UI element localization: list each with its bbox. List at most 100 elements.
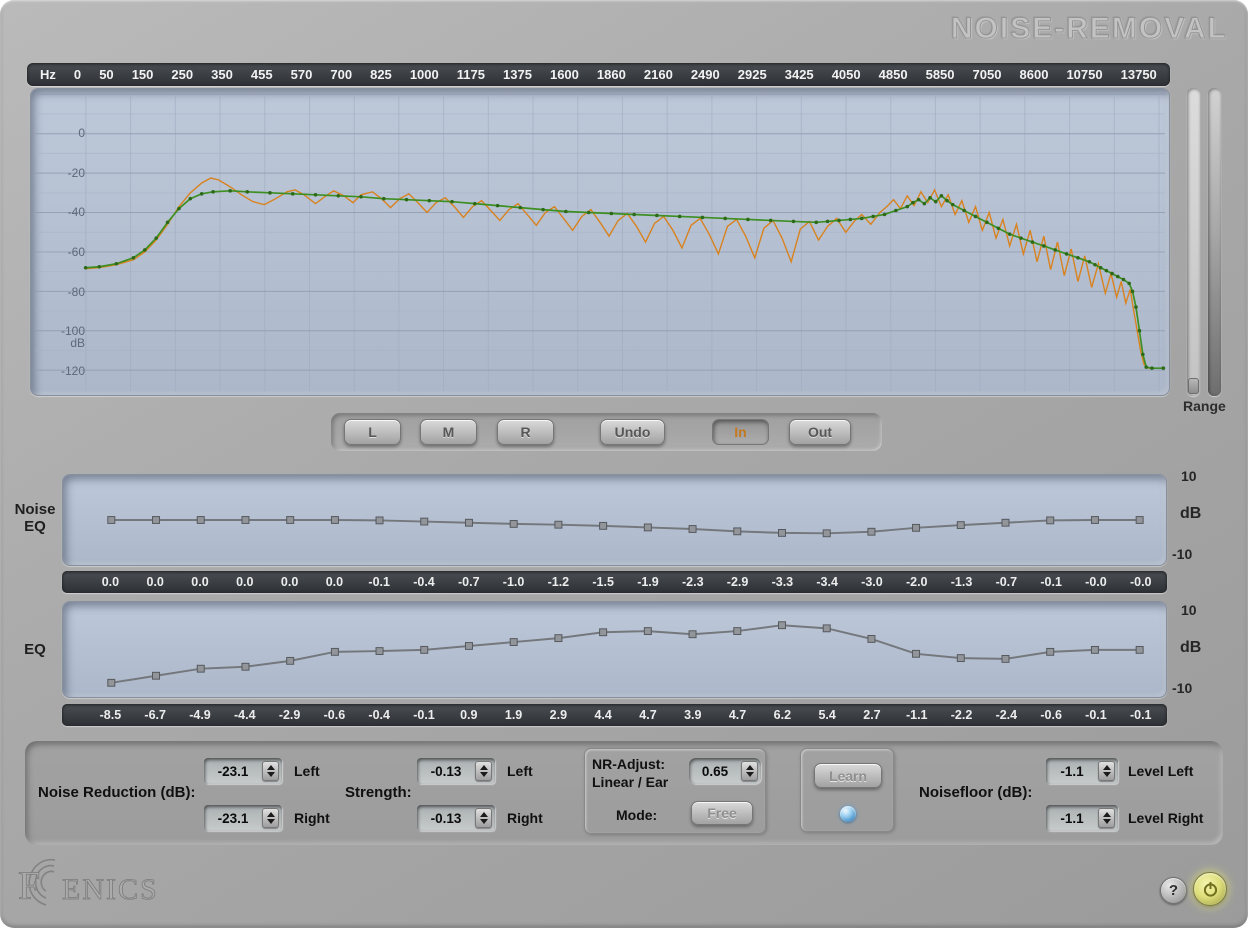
eq-handle[interactable] <box>510 639 517 646</box>
spinner-arrows-icon[interactable] <box>262 808 279 828</box>
spin-up-icon[interactable] <box>267 812 275 817</box>
noise-eq-plot[interactable] <box>63 475 1166 565</box>
help-button[interactable]: ? <box>1160 877 1187 904</box>
noise-eq-handle[interactable] <box>779 529 786 536</box>
eq-handle[interactable] <box>734 628 741 635</box>
eq-handle[interactable] <box>331 648 338 655</box>
eq-handle[interactable] <box>1002 655 1009 662</box>
noise-eq-handle[interactable] <box>1047 517 1054 524</box>
spin-down-icon[interactable] <box>267 819 275 824</box>
noise-eq-handle[interactable] <box>421 518 428 525</box>
noise-reduction-right-spinner[interactable]: -23.1 <box>204 805 282 831</box>
noise-eq-handle[interactable] <box>823 530 830 537</box>
eq-handle[interactable] <box>197 665 204 672</box>
eq-handle[interactable] <box>689 631 696 638</box>
noise-eq-handle[interactable] <box>153 517 160 524</box>
eq-display[interactable] <box>62 601 1167 698</box>
mode-free-button[interactable]: Free <box>691 801 753 825</box>
noise-eq-handle[interactable] <box>1091 517 1098 524</box>
strength-left-value[interactable]: -0.13 <box>417 764 475 779</box>
noise-eq-handle[interactable] <box>644 524 651 531</box>
noise-eq-handle[interactable] <box>734 528 741 535</box>
monitor-in-button[interactable]: In <box>712 419 769 445</box>
eq-handle[interactable] <box>600 629 607 636</box>
noise-eq-handle[interactable] <box>510 520 517 527</box>
power-button[interactable] <box>1193 872 1227 906</box>
spin-down-icon[interactable] <box>267 772 275 777</box>
spin-down-icon[interactable] <box>480 772 488 777</box>
channel-r-button[interactable]: R <box>497 419 554 445</box>
noise-eq-handle[interactable] <box>376 517 383 524</box>
spin-up-icon[interactable] <box>267 765 275 770</box>
strength-right-value[interactable]: -0.13 <box>417 811 475 826</box>
eq-handle[interactable] <box>287 657 294 664</box>
eq-handle[interactable] <box>868 635 875 642</box>
spinner-arrows-icon[interactable] <box>1098 761 1115 781</box>
spin-up-icon[interactable] <box>480 765 488 770</box>
eq-handle[interactable] <box>957 655 964 662</box>
noisefloor-left-spinner[interactable]: -1.1 <box>1046 758 1118 784</box>
noise-eq-handle[interactable] <box>957 522 964 529</box>
learn-button[interactable]: Learn <box>814 763 882 788</box>
noise-eq-handle[interactable] <box>689 526 696 533</box>
noisefloor-right-value[interactable]: -1.1 <box>1046 811 1098 826</box>
spin-down-icon[interactable] <box>1103 772 1111 777</box>
eq-handle[interactable] <box>376 648 383 655</box>
eq-handle[interactable] <box>913 650 920 657</box>
noise-eq-handle[interactable] <box>913 524 920 531</box>
nr-adjust-value[interactable]: 0.65 <box>689 764 741 779</box>
eq-plot[interactable] <box>63 602 1166 697</box>
noisefloor-right-spinner[interactable]: -1.1 <box>1046 805 1118 831</box>
range-slider-thumb[interactable] <box>1188 378 1199 394</box>
noise-reduction-left-spinner[interactable]: -23.1 <box>204 758 282 784</box>
channel-m-button[interactable]: M <box>420 419 477 445</box>
channel-l-button[interactable]: L <box>344 419 401 445</box>
eq-handle[interactable] <box>465 643 472 650</box>
spin-down-icon[interactable] <box>746 772 754 777</box>
eq-handle[interactable] <box>1136 646 1143 653</box>
eq-handle[interactable] <box>555 635 562 642</box>
monitor-out-button[interactable]: Out <box>789 419 851 445</box>
eq-handle[interactable] <box>779 622 786 629</box>
spinner-arrows-icon[interactable] <box>741 761 758 781</box>
range-meter[interactable] <box>1208 88 1221 396</box>
noisefloor-left-value[interactable]: -1.1 <box>1046 764 1098 779</box>
eq-handle[interactable] <box>1091 646 1098 653</box>
spin-down-icon[interactable] <box>1103 819 1111 824</box>
spin-down-icon[interactable] <box>480 819 488 824</box>
eq-handle[interactable] <box>644 628 651 635</box>
noise-eq-handle[interactable] <box>600 522 607 529</box>
noise-reduction-left-value[interactable]: -23.1 <box>204 764 262 779</box>
eq-handle[interactable] <box>108 679 115 686</box>
noise-eq-handle[interactable] <box>555 521 562 528</box>
noise-eq-handle[interactable] <box>242 517 249 524</box>
spin-up-icon[interactable] <box>480 812 488 817</box>
spin-up-icon[interactable] <box>1103 812 1111 817</box>
spinner-arrows-icon[interactable] <box>1098 808 1115 828</box>
eq-handle[interactable] <box>242 663 249 670</box>
noise-eq-handle[interactable] <box>287 517 294 524</box>
undo-button[interactable]: Undo <box>600 419 665 445</box>
spinner-arrows-icon[interactable] <box>262 761 279 781</box>
nr-adjust-spinner[interactable]: 0.65 <box>689 758 761 784</box>
eq-handle[interactable] <box>1047 648 1054 655</box>
noise-eq-handle[interactable] <box>465 519 472 526</box>
noise-reduction-right-value[interactable]: -23.1 <box>204 811 262 826</box>
eq-handle[interactable] <box>153 672 160 679</box>
noise-eq-handle[interactable] <box>331 517 338 524</box>
noise-eq-handle[interactable] <box>1136 517 1143 524</box>
spinner-arrows-icon[interactable] <box>475 808 492 828</box>
noise-eq-handle[interactable] <box>868 528 875 535</box>
noise-eq-display[interactable] <box>62 474 1167 566</box>
spin-up-icon[interactable] <box>746 765 754 770</box>
noise-eq-handle[interactable] <box>108 517 115 524</box>
eq-handle[interactable] <box>823 625 830 632</box>
noise-eq-handle[interactable] <box>1002 519 1009 526</box>
strength-left-spinner[interactable]: -0.13 <box>417 758 495 784</box>
spin-up-icon[interactable] <box>1103 765 1111 770</box>
range-slider-track[interactable] <box>1187 88 1200 396</box>
noise-eq-handle[interactable] <box>197 517 204 524</box>
strength-right-spinner[interactable]: -0.13 <box>417 805 495 831</box>
spinner-arrows-icon[interactable] <box>475 761 492 781</box>
eq-handle[interactable] <box>421 646 428 653</box>
